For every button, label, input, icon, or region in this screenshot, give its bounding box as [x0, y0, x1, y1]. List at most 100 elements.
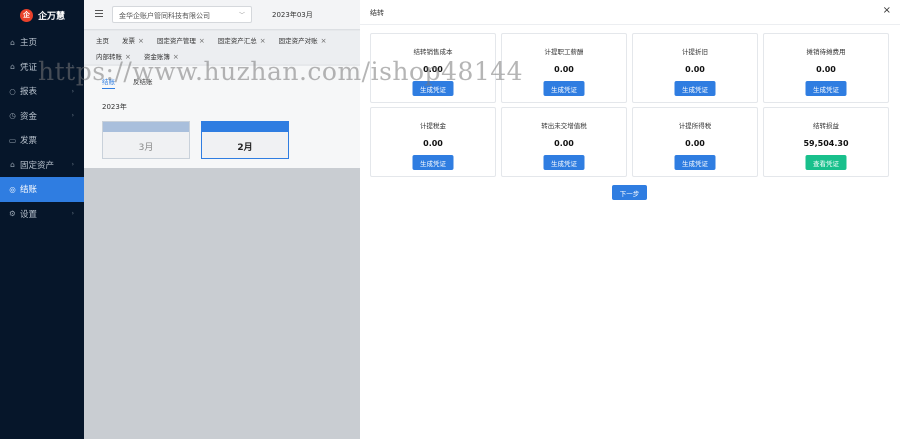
close-icon[interactable]: ×	[883, 5, 891, 16]
next-step-button[interactable]: 下一步	[612, 185, 647, 200]
sidebar-item-4[interactable]: ▭ 发票	[0, 128, 84, 153]
month-card-march[interactable]: 3月	[102, 121, 190, 159]
carry-forward-dialog: 结转 × 结转销售成本 0.00 生成凭证 计提职工薪酬 0.00 生成凭证 计提折旧 0.0…	[360, 0, 900, 439]
month-card-february[interactable]: 2月	[201, 121, 289, 159]
report-icon: ○	[9, 86, 16, 96]
card-title: 摊销待摊费用	[806, 48, 846, 56]
month-label: 3月	[138, 143, 154, 153]
generate-voucher-button[interactable]: 生成凭证	[412, 155, 454, 170]
page-tab-label: 固定资产管理	[156, 37, 196, 45]
chevron-down-icon: ﹀	[238, 12, 245, 19]
year-label: 2023年	[102, 103, 127, 111]
company-select[interactable]: 金华企账户管同科技有限公司 ﹀	[112, 6, 252, 23]
view-voucher-button[interactable]: 查看凭证	[805, 155, 847, 170]
menu-toggle-icon[interactable]	[95, 10, 103, 17]
page-tab[interactable]: 内部转账 ×	[96, 51, 131, 61]
card-amount: 0.00	[423, 139, 443, 148]
sidebar-item-3[interactable]: ◷ 资金 ›	[0, 104, 84, 129]
carry-forward-card: 计提职工薪酬 0.00 生成凭证	[501, 33, 627, 103]
month-card-header	[103, 122, 189, 132]
card-amount: 0.00	[685, 139, 705, 148]
sidebar-item-7[interactable]: ⚙ 设置 ›	[0, 202, 84, 227]
carry-forward-card: 计提税金 0.00 生成凭证	[370, 107, 496, 177]
close-tab-icon[interactable]: ×	[199, 37, 205, 45]
sidebar-item-1[interactable]: ⌂ 凭证 ›	[0, 55, 84, 80]
generate-voucher-button[interactable]: 生成凭证	[543, 81, 585, 96]
dialog-title: 结转	[370, 9, 384, 17]
page-tab-label: 固定资产对账	[278, 37, 318, 45]
sidebar-item-label: 设置	[20, 209, 38, 220]
page-tab[interactable]: 固定资产汇总 ×	[218, 35, 266, 45]
sidebar-item-6[interactable]: ◎ 结账	[0, 177, 84, 202]
voucher-icon: ⌂	[10, 62, 15, 72]
sidebar-item-label: 固定资产	[20, 160, 55, 171]
carry-forward-card: 结转销售成本 0.00 生成凭证	[370, 33, 496, 103]
month-label: 2月	[237, 143, 253, 153]
subtab-close[interactable]: 结账	[102, 76, 115, 89]
fund-icon: ◷	[9, 111, 16, 121]
card-amount: 0.00	[554, 139, 574, 148]
carry-forward-card: 结转损益 59,504.30 查看凭证	[763, 107, 889, 177]
page-tab[interactable]: 主页	[96, 35, 109, 45]
sidebar-item-label: 结账	[20, 185, 38, 196]
sidebar: 企 企万慧 ⌂ 主页 ⌂ 凭证 › ○ 报表 › ◷ 资金 › ▭ 发票 ⌂ 固定资产 › ◎ 结账 ⚙ 设置 ›	[0, 0, 84, 439]
sidebar-item-0[interactable]: ⌂ 主页	[0, 30, 84, 55]
close-tab-icon[interactable]: ×	[173, 53, 179, 61]
card-title: 结转损益	[813, 122, 839, 130]
chevron-right-icon: ›	[71, 210, 74, 218]
sidebar-nav: ⌂ 主页 ⌂ 凭证 › ○ 报表 › ◷ 资金 › ▭ 发票 ⌂ 固定资产 › ◎ 结账 ⚙ 设置 ›	[0, 30, 84, 226]
logo-mark: 企	[20, 8, 33, 22]
page-tab-label: 发票	[122, 37, 135, 45]
card-title: 结转销售成本	[413, 48, 453, 56]
card-title: 计提税金	[420, 122, 446, 130]
accounting-period[interactable]: 2023年03月	[272, 10, 313, 20]
generate-voucher-button[interactable]: 生成凭证	[412, 81, 454, 96]
page-tab-label: 固定资产汇总	[217, 37, 257, 45]
chevron-right-icon: ›	[71, 87, 74, 95]
close-tab-icon[interactable]: ×	[260, 37, 266, 45]
generate-voucher-button[interactable]: 生成凭证	[805, 81, 847, 96]
carry-forward-card: 转出未交增值税 0.00 生成凭证	[501, 107, 627, 177]
sidebar-item-label: 资金	[20, 111, 38, 122]
dialog-divider	[360, 24, 900, 25]
close-tab-icon[interactable]: ×	[125, 53, 131, 61]
sidebar-item-2[interactable]: ○ 报表 ›	[0, 79, 84, 104]
chevron-right-icon: ›	[71, 161, 74, 169]
page-tabs-row-2: 内部转账 × 资金账簿 ×	[84, 48, 360, 64]
card-amount: 0.00	[554, 65, 574, 74]
card-amount: 0.00	[423, 65, 443, 74]
page-tab[interactable]: 固定资产管理 ×	[157, 35, 205, 45]
card-title: 计提职工薪酬	[544, 48, 584, 56]
close-tab-icon[interactable]: ×	[138, 37, 144, 45]
logo: 企 企万慧	[0, 0, 84, 30]
generate-voucher-button[interactable]: 生成凭证	[674, 81, 716, 96]
modal-backdrop[interactable]	[84, 168, 360, 439]
chevron-right-icon: ›	[71, 112, 74, 120]
card-title: 计提所得税	[678, 122, 712, 130]
card-title: 转出未交增值税	[541, 122, 587, 130]
asset-icon: ⌂	[10, 160, 15, 170]
generate-voucher-button[interactable]: 生成凭证	[543, 155, 585, 170]
carry-forward-card: 计提折旧 0.00 生成凭证	[632, 33, 758, 103]
month-card-header	[202, 122, 288, 132]
page-tab[interactable]: 固定资产对账 ×	[279, 35, 327, 45]
sidebar-item-5[interactable]: ⌂ 固定资产 ›	[0, 153, 84, 178]
subtab-reverse-close[interactable]: 反结账	[133, 76, 153, 89]
close-account-panel: 结账 反结账 2023年 3月 2月	[84, 66, 360, 168]
close-tab-icon[interactable]: ×	[321, 37, 327, 45]
page-tab[interactable]: 发票 ×	[122, 35, 144, 45]
page-tab-label: 内部转账	[96, 53, 122, 61]
home-icon: ⌂	[10, 37, 15, 47]
carry-forward-card: 计提所得税 0.00 生成凭证	[632, 107, 758, 177]
card-title: 计提折旧	[682, 48, 708, 56]
page-tab[interactable]: 资金账簿 ×	[144, 51, 179, 61]
generate-voucher-button[interactable]: 生成凭证	[674, 155, 716, 170]
settings-icon: ⚙	[9, 209, 16, 219]
sidebar-item-label: 发票	[20, 136, 38, 147]
sidebar-item-label: 凭证	[20, 62, 38, 73]
page-tab-label: 主页	[96, 37, 109, 45]
invoice-icon: ▭	[8, 135, 17, 145]
card-amount: 59,504.30	[803, 139, 849, 148]
card-amount: 0.00	[816, 65, 836, 74]
sidebar-item-label: 报表	[20, 87, 38, 98]
